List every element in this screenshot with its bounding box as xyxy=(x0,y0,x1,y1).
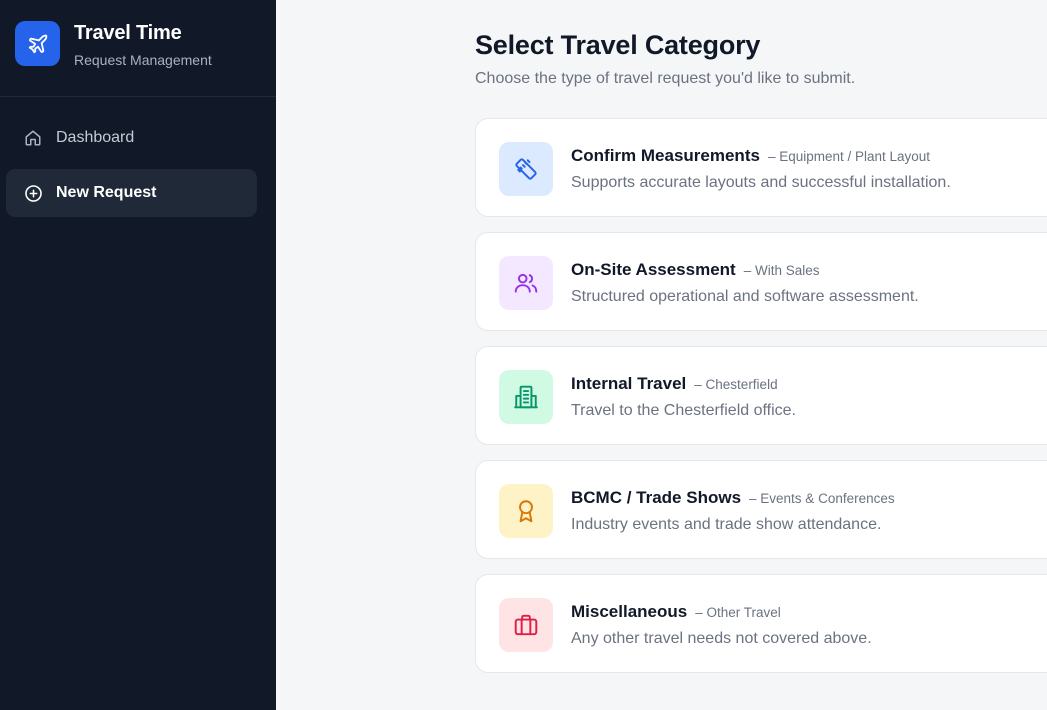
card-text: Internal Travel – Chesterfield Travel to… xyxy=(571,374,796,420)
brand-title: Travel Time xyxy=(74,22,182,44)
card-tag: – Other Travel xyxy=(695,605,781,620)
sidebar-nav: Dashboard New Request xyxy=(6,114,257,224)
card-description: Structured operational and software asse… xyxy=(571,288,919,305)
card-title: Confirm Measurements xyxy=(571,146,760,165)
card-tag: – With Sales xyxy=(743,263,820,278)
card-text: BCMC / Trade Shows – Events & Conference… xyxy=(571,488,895,534)
home-icon xyxy=(23,128,43,148)
category-list: Confirm Measurements – Equipment / Plant… xyxy=(475,118,1047,688)
sidebar-item-label: New Request xyxy=(56,184,157,201)
page-subtitle: Choose the type of travel request you'd … xyxy=(475,70,856,87)
card-description: Any other travel needs not covered above… xyxy=(571,630,872,647)
app-root: Travel Time Request Management Dashboard xyxy=(0,0,1047,710)
ruler-icon xyxy=(499,142,553,196)
plus-circle-icon xyxy=(23,183,43,203)
users-icon xyxy=(499,256,553,310)
category-card-on-site-assessment[interactable]: On-Site Assessment – With Sales Structur… xyxy=(475,232,1047,331)
main-content: Select Travel Category Choose the type o… xyxy=(276,0,1047,710)
card-tag: – Equipment / Plant Layout xyxy=(767,149,931,164)
sidebar-item-new-request[interactable]: New Request xyxy=(6,169,257,217)
card-title: Miscellaneous xyxy=(571,602,688,621)
category-card-trade-shows[interactable]: BCMC / Trade Shows – Events & Conference… xyxy=(475,460,1047,559)
sidebar: Travel Time Request Management Dashboard xyxy=(0,0,276,710)
card-text: Confirm Measurements – Equipment / Plant… xyxy=(571,146,951,192)
card-description: Travel to the Chesterfield office. xyxy=(571,402,796,419)
card-title: Internal Travel xyxy=(571,374,687,393)
sidebar-item-label: Dashboard xyxy=(56,129,135,146)
card-tag: – Events & Conferences xyxy=(749,491,895,506)
card-text: Miscellaneous – Other Travel Any other t… xyxy=(571,602,872,648)
briefcase-icon xyxy=(499,598,553,652)
card-title: On-Site Assessment xyxy=(571,260,736,279)
card-description: Supports accurate layouts and successful… xyxy=(571,174,951,191)
page-title: Select Travel Category xyxy=(475,30,761,60)
category-card-confirm-measurements[interactable]: Confirm Measurements – Equipment / Plant… xyxy=(475,118,1047,217)
brand: Travel Time Request Management xyxy=(0,0,276,97)
category-card-miscellaneous[interactable]: Miscellaneous – Other Travel Any other t… xyxy=(475,574,1047,673)
award-icon xyxy=(499,484,553,538)
card-text: On-Site Assessment – With Sales Structur… xyxy=(571,260,919,306)
brand-subtitle: Request Management xyxy=(74,52,212,68)
building-icon xyxy=(499,370,553,424)
airplane-icon xyxy=(15,21,60,66)
card-title: BCMC / Trade Shows xyxy=(571,488,742,507)
card-tag: – Chesterfield xyxy=(694,377,778,392)
card-description: Industry events and trade show attendanc… xyxy=(571,516,882,533)
category-card-internal-travel[interactable]: Internal Travel – Chesterfield Travel to… xyxy=(475,346,1047,445)
sidebar-item-dashboard[interactable]: Dashboard xyxy=(6,114,257,162)
